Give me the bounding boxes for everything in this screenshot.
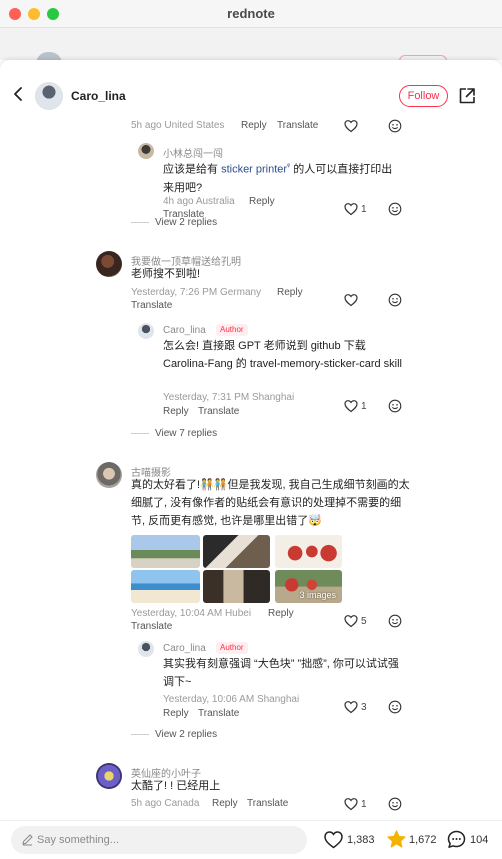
reply-text: 其实我有刻意强调 “大色块” ”拙感”, 你可以试试强调下~	[163, 658, 399, 688]
translate-link[interactable]: Translate	[131, 621, 172, 632]
comment-image[interactable]	[275, 535, 342, 568]
translate-link[interactable]: Translate	[247, 798, 288, 809]
heart-icon[interactable]	[344, 614, 358, 628]
view-replies-link[interactable]: View 2 replies	[131, 217, 217, 228]
comment-time-location: Yesterday, 7:26 PM Germany	[131, 287, 262, 298]
comment-image[interactable]	[203, 570, 270, 603]
window-title: rednote	[227, 6, 275, 21]
pencil-icon	[22, 834, 33, 846]
translate-link[interactable]: Translate	[198, 406, 239, 417]
author-badge: Author	[216, 642, 248, 654]
follow-button[interactable]: Follow	[399, 85, 448, 107]
commenter-avatar[interactable]	[96, 763, 122, 789]
back-arrow-icon[interactable]	[10, 86, 26, 102]
comments-sheet: Caro_lina Follow 5h ago United States Re…	[0, 60, 502, 859]
comment-time-location: 5h ago United States	[131, 120, 225, 131]
emoji-react-icon[interactable]	[388, 119, 402, 133]
comment-input-placeholder: Say something...	[37, 834, 119, 846]
background-page	[0, 28, 502, 64]
reply-link[interactable]: Reply	[212, 798, 238, 809]
heart-icon[interactable]	[344, 202, 358, 216]
comment-text: 太酷了! ! 已经用上	[131, 780, 221, 792]
reply-link[interactable]: Reply	[249, 196, 275, 207]
window-titlebar: rednote	[0, 0, 502, 28]
emoji-react-icon[interactable]	[388, 797, 402, 811]
image-count-label: 3 images	[299, 590, 336, 600]
author-badge: Author	[216, 324, 248, 336]
comment-text: 老师搜不到啦!	[131, 268, 201, 280]
heart-icon[interactable]	[344, 293, 358, 307]
reply-link[interactable]: Reply	[268, 608, 294, 619]
heart-icon[interactable]	[344, 399, 358, 413]
like-count: 3	[361, 702, 367, 713]
reply-username[interactable]: Caro_lina	[163, 643, 206, 654]
emoji-people-icon: 🧑‍🤝‍🧑🧑‍🤝‍🧑	[200, 479, 228, 491]
reply-link[interactable]: Reply	[277, 287, 303, 298]
comment-time-location: Yesterday, 10:04 AM Hubei	[131, 608, 252, 619]
reply-username[interactable]: Caro_lina	[163, 325, 206, 336]
emoji-react-icon[interactable]	[388, 700, 402, 714]
reply-time-location: Yesterday, 7:31 PM Shanghai	[163, 392, 295, 403]
reply-link[interactable]: Reply	[163, 708, 189, 719]
star-icon	[387, 830, 406, 848]
comment-input[interactable]: Say something...	[11, 826, 307, 854]
comment-image[interactable]	[131, 535, 200, 568]
view-replies-link[interactable]: View 2 replies	[131, 729, 217, 740]
like-count: 5	[361, 616, 367, 627]
emoji-react-icon[interactable]	[388, 293, 402, 307]
like-count: 1	[361, 799, 367, 810]
comment-input-bar: Say something... 1,383 1,672 104	[0, 820, 502, 859]
comment-image-more[interactable]: 3 images	[275, 570, 342, 603]
emoji-react-icon[interactable]	[388, 202, 402, 216]
reply-text: 怎么会! 直接跟 GPT 老师说到 github 下载 Carolina-Fan…	[163, 340, 402, 370]
translate-link[interactable]: Translate	[131, 300, 172, 311]
reply-time-location: 4h ago Australia	[163, 196, 235, 207]
reply-link[interactable]: Reply	[241, 120, 267, 131]
like-count: 1	[361, 401, 367, 412]
search-link-mark: ᵠ	[287, 163, 291, 170]
reply-avatar[interactable]	[138, 323, 154, 339]
sticker-printer-link[interactable]: sticker printer	[221, 164, 287, 176]
comment-text: 真的太好看了!🧑‍🤝‍🧑🧑‍🤝‍🧑但是我发现, 我自己生成细节刻画的太细腻了, …	[131, 476, 411, 530]
share-icon[interactable]	[458, 87, 476, 105]
commenter-avatar[interactable]	[96, 462, 122, 488]
star-count: 1,672	[409, 834, 437, 846]
view-replies-link[interactable]: View 7 replies	[131, 428, 217, 439]
heart-icon	[324, 831, 343, 849]
comment-image[interactable]	[131, 570, 200, 603]
reply-avatar[interactable]	[138, 143, 154, 159]
emoji-react-icon[interactable]	[388, 614, 402, 628]
translate-link[interactable]: Translate	[198, 708, 239, 719]
comment-image[interactable]	[203, 535, 270, 568]
reply-text-part: 应该是给有	[163, 163, 218, 176]
comment-text-part: 真的太好看了!	[131, 479, 201, 491]
comment-time-location: 5h ago Canada	[131, 798, 200, 809]
heart-icon[interactable]	[344, 797, 358, 811]
author-username[interactable]: Caro_lina	[71, 89, 126, 103]
translate-link[interactable]: Translate	[277, 120, 318, 131]
emoji-react-icon[interactable]	[388, 399, 402, 413]
reply-time-location: Yesterday, 10:06 AM Shanghai	[163, 694, 300, 705]
like-count: 1	[361, 204, 367, 215]
like-count: 1,383	[347, 834, 375, 846]
heart-icon[interactable]	[344, 700, 358, 714]
reply-text: 应该是给有 sticker printerᵠ 的人可以直接打印出来用吧?	[163, 158, 403, 197]
reply-avatar[interactable]	[138, 641, 154, 657]
chat-bubble-icon	[447, 830, 466, 848]
comment-count: 104	[470, 834, 489, 846]
reply-link[interactable]: Reply	[163, 406, 189, 417]
heart-icon[interactable]	[344, 119, 358, 133]
author-avatar[interactable]	[35, 82, 63, 110]
emoji-exploding-head-icon: 🤯	[308, 515, 322, 527]
commenter-avatar[interactable]	[96, 251, 122, 277]
